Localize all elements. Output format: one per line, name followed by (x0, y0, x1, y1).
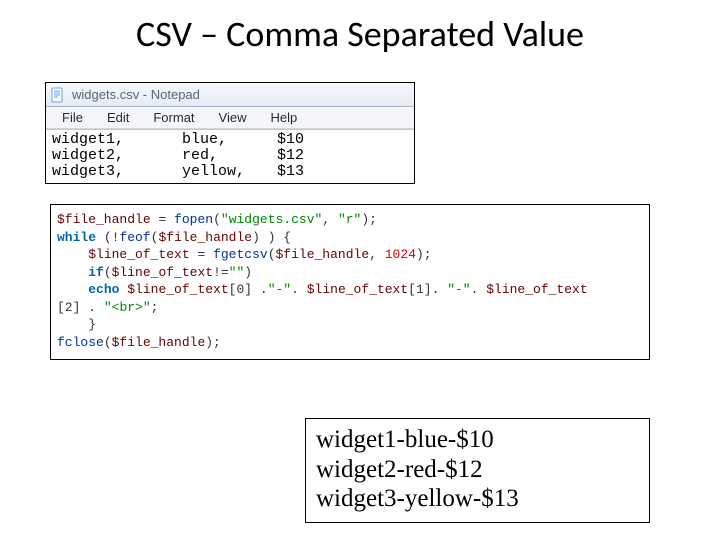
output-line: widget3-yellow-$13 (316, 484, 639, 514)
notepad-icon (50, 87, 66, 103)
menu-file[interactable]: File (50, 108, 95, 127)
menu-help[interactable]: Help (258, 108, 309, 127)
notepad-title: widgets.csv - Notepad (72, 87, 200, 102)
csv-row: widget3,yellow,$13 (52, 163, 304, 180)
csv-row: widget1,blue,$10 (52, 131, 304, 148)
slide-title: CSV – Comma Separated Value (0, 12, 720, 56)
notepad-window: widgets.csv - Notepad File Edit Format V… (45, 82, 415, 184)
menu-format[interactable]: Format (141, 108, 206, 127)
menu-edit[interactable]: Edit (95, 108, 141, 127)
output-box: widget1-blue-$10 widget2-red-$12 widget3… (305, 418, 650, 523)
notepad-titlebar: widgets.csv - Notepad (46, 83, 414, 107)
php-code-block: $file_handle = fopen("widgets.csv", "r")… (50, 204, 650, 360)
menu-view[interactable]: View (207, 108, 259, 127)
notepad-content: widget1,blue,$10 widget2,red,$12 widget3… (46, 129, 414, 183)
notepad-menubar: File Edit Format View Help (46, 107, 414, 129)
output-line: widget1-blue-$10 (316, 425, 639, 455)
output-line: widget2-red-$12 (316, 455, 639, 485)
csv-row: widget2,red,$12 (52, 147, 304, 164)
